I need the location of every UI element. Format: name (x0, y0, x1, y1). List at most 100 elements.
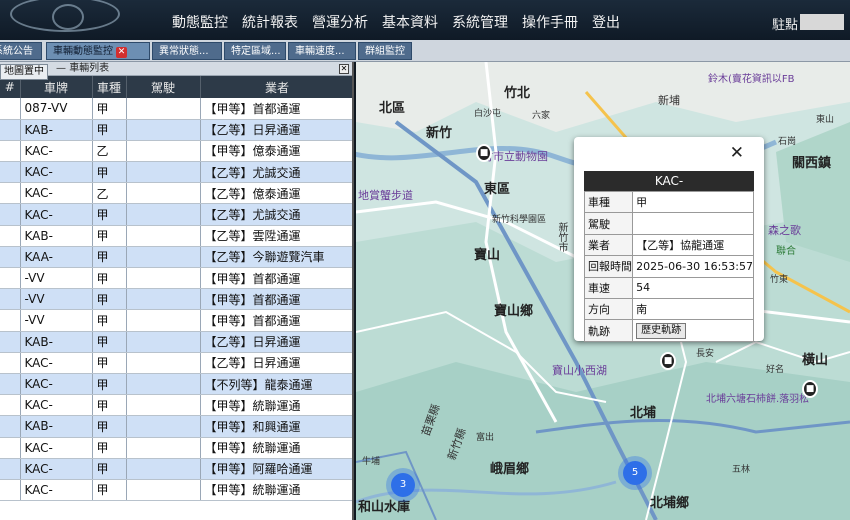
col-type[interactable]: 車種 (92, 76, 127, 98)
map-label: 新竹 (426, 126, 453, 141)
map-label: 寶山鄉 (494, 304, 534, 319)
tab-vehicle-speed[interactable]: 車輛速度... (288, 42, 356, 60)
row-index-cell (0, 479, 21, 502)
table-row[interactable]: KAC- 甲 【不列等】龍泰通運 (0, 373, 352, 396)
menu-system[interactable]: 系統管理 (452, 12, 508, 32)
bus-marker-icon[interactable]: ■ (802, 380, 818, 398)
menu-dynamic-monitor[interactable]: 動態監控 (172, 12, 228, 32)
tab-announcements[interactable]: 系統公告 (0, 42, 42, 60)
plate-cell: KAC- (20, 352, 93, 374)
info-value: 南 (632, 297, 754, 321)
station-value-redacted (800, 14, 844, 30)
info-value: 2025-06-30 16:53:57 (632, 255, 754, 278)
menu-basic-data[interactable]: 基本資料 (382, 12, 438, 32)
row-index-cell (0, 373, 21, 396)
table-row[interactable]: KAC- 甲 【乙等】尤誠交通 (0, 203, 352, 226)
table-row[interactable]: KAC- 甲 【乙等】尤誠交通 (0, 161, 352, 184)
map-label: 白沙屯 (474, 109, 502, 119)
map-label: 聯合 (776, 246, 796, 257)
bus-marker-icon[interactable]: ■ (660, 352, 676, 370)
table-row[interactable]: KAC- 甲 【甲等】阿羅哈通運 (0, 458, 352, 480)
tab-specific-area[interactable]: 特定區域... (224, 42, 286, 60)
driver-cell (126, 352, 201, 374)
map-label: 寶山小西湖 (552, 364, 607, 377)
driver-cell (126, 119, 201, 141)
type-cell: 甲 (92, 394, 127, 417)
menu-manual[interactable]: 操作手冊 (522, 12, 578, 32)
table-row[interactable]: KAC- 甲 【甲等】統聯運通 (0, 394, 352, 417)
row-index-cell (0, 161, 21, 184)
info-key: 軌跡 (583, 319, 634, 342)
close-tab-icon[interactable]: ✕ (116, 47, 127, 58)
map-label: 地賞蟹步道 (358, 189, 413, 202)
table-row[interactable]: KAB- 甲 【乙等】日昇通運 (0, 331, 352, 353)
info-value: 54 (632, 276, 754, 299)
operator-cell: 【乙等】日昇通運 (200, 331, 352, 353)
table-row[interactable]: KAC- 甲 【甲等】統聯運通 (0, 437, 352, 459)
station-label: 駐點 (772, 18, 799, 33)
row-index-cell (0, 437, 21, 459)
table-row[interactable]: KAB- 甲 【甲等】和興通運 (0, 415, 352, 438)
table-row[interactable]: 087-VV 甲 【甲等】首都通運 (0, 98, 352, 120)
driver-cell (126, 437, 201, 459)
map-label: 五林 (732, 465, 751, 475)
driver-cell (126, 479, 201, 502)
type-cell: 甲 (92, 331, 127, 353)
map-center-button[interactable]: 地圖置中 (0, 64, 48, 80)
tab-vehicle-monitor[interactable]: 車輛動態監控 ✕ (46, 42, 150, 60)
menu-logout[interactable]: 登出 (592, 12, 620, 32)
bus-marker-icon[interactable]: ■ (476, 144, 492, 162)
map-label: 森之歌 (768, 224, 801, 237)
col-operator[interactable]: 業者 (200, 76, 352, 98)
row-index-cell (0, 267, 21, 290)
driver-cell (126, 373, 201, 396)
app-header: 動態監控 統計報表 營運分析 基本資料 系統管理 操作手冊 登出 駐點 (0, 0, 850, 40)
operator-cell: 【乙等】尤誠交通 (200, 161, 352, 184)
history-track-button[interactable]: 歷史軌跡 (636, 322, 687, 339)
operator-cell: 【甲等】統聯運通 (200, 437, 352, 459)
driver-cell (126, 331, 201, 353)
table-row[interactable]: KAB- 甲 【乙等】日昇通運 (0, 119, 352, 141)
emblem-logo (10, 0, 120, 32)
info-key: 駕駛 (583, 212, 634, 235)
table-row[interactable]: KAC- 乙 【甲等】億泰通運 (0, 140, 352, 163)
table-row[interactable]: -VV 甲 【甲等】首都通運 (0, 288, 352, 311)
table-row[interactable]: KAC- 乙 【乙等】億泰通運 (0, 182, 352, 205)
menu-statistics[interactable]: 統計報表 (242, 12, 298, 32)
operator-cell: 【甲等】首都通運 (200, 98, 352, 120)
tab-abnormal-status[interactable]: 異常狀態... (152, 42, 222, 60)
table-row[interactable]: KAB- 甲 【乙等】雲陞通運 (0, 225, 352, 247)
vehicle-cluster[interactable]: 3 (391, 473, 415, 497)
row-index-cell (0, 458, 21, 480)
close-icon[interactable]: ✕ (339, 64, 349, 74)
table-row[interactable]: -VV 甲 【甲等】首都通運 (0, 267, 352, 290)
table-row[interactable]: KAC- 甲 【乙等】日昇通運 (0, 352, 352, 374)
map-label: 關西鎮 (792, 156, 832, 171)
col-driver[interactable]: 駕駛 (126, 76, 201, 98)
table-row[interactable]: -VV 甲 【甲等】首都通運 (0, 309, 352, 332)
type-cell: 甲 (92, 246, 127, 269)
type-cell: 甲 (92, 458, 127, 480)
vehicle-info-popup: ✕ KAC- 車種甲 駕駛 業者 【乙等】協龍通運 回報時間 2025-06-30 … (574, 137, 764, 342)
driver-cell (126, 98, 201, 120)
operator-cell: 【甲等】和興通運 (200, 415, 352, 438)
info-key: 方向 (583, 297, 634, 321)
driver-cell (126, 182, 201, 205)
operator-cell: 【甲等】阿羅哈通運 (200, 458, 352, 480)
menu-operations[interactable]: 營運分析 (312, 12, 368, 32)
table-row[interactable]: KAC- 甲 【甲等】統聯運通 (0, 479, 352, 502)
operator-cell: 【甲等】統聯運通 (200, 479, 352, 502)
row-index-cell (0, 119, 21, 141)
plate-cell: KAA- (20, 246, 93, 269)
plate-cell: KAC- (20, 373, 93, 396)
tab-group-monitor[interactable]: 群組監控 (358, 42, 412, 60)
close-icon[interactable]: ✕ (730, 143, 744, 163)
plate-cell: KAC- (20, 479, 93, 502)
table-row[interactable]: KAA- 甲 【乙等】今聯遊覽汽車 (0, 246, 352, 269)
type-cell: 甲 (92, 288, 127, 311)
vehicle-cluster[interactable]: 5 (623, 461, 647, 485)
row-index-cell (0, 331, 21, 353)
type-cell: 甲 (92, 98, 127, 120)
type-cell: 甲 (92, 352, 127, 374)
info-key: 車速 (583, 276, 634, 299)
